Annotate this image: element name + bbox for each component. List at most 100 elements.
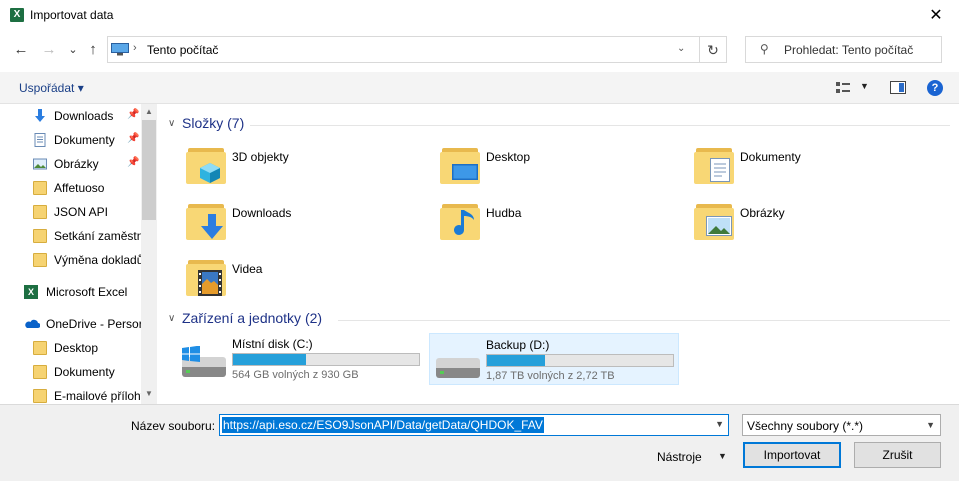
scroll-down-icon[interactable]: ▼ [141, 386, 157, 402]
computer-icon [111, 43, 129, 56]
up-button[interactable]: ↑ [84, 41, 102, 59]
drive-usage-bar [232, 353, 420, 366]
filename-input[interactable]: https://api.eso.cz/ESO9JsonAPI/Data/getD… [222, 417, 544, 433]
search-input[interactable] [784, 41, 934, 59]
refresh-button[interactable]: ↻ [700, 36, 727, 63]
sidebar-item-dokumenty[interactable]: Dokumenty 📌 [0, 129, 141, 151]
pin-icon[interactable]: 📌 [127, 109, 139, 120]
sidebar-item-email-attachments[interactable]: E-mailové přílohy [0, 385, 141, 404]
chevron-down-icon: ∨ [168, 118, 176, 129]
onedrive-icon [25, 319, 40, 328]
sidebar-item-dokumenty-od[interactable]: Dokumenty [0, 361, 141, 383]
pictures-icon [33, 158, 47, 170]
filetype-select[interactable]: Všechny soubory (*.*) ▼ [742, 414, 941, 436]
filename-field[interactable]: https://api.eso.cz/ESO9JsonAPI/Data/getD… [219, 414, 729, 436]
folder-name: Hudba [486, 206, 522, 220]
folder-name: Desktop [486, 150, 531, 164]
view-options-icon[interactable] [836, 82, 850, 94]
excel-icon: X [10, 8, 24, 22]
folder-desktop[interactable]: Desktop [440, 142, 680, 194]
folder-icon [33, 205, 47, 219]
drive-c[interactable]: Místní disk (C:) 564 GB volných z 930 GB [176, 333, 426, 385]
recent-locations-button[interactable]: ⌄ [64, 41, 82, 59]
help-icon[interactable]: ? [927, 80, 943, 96]
drive-name: Místní disk (C:) [232, 337, 313, 351]
tools-button[interactable]: Nástroje [657, 450, 702, 464]
music-icon [440, 202, 480, 240]
navigation-bar: ← → ⌄ ↑ › Tento počítač ⌄ ↻ ⚲ [0, 33, 959, 69]
group-title: Zařízení a jednotky (2) [182, 310, 323, 326]
hard-drive-icon [436, 358, 480, 378]
search-icon: ⚲ [760, 42, 769, 56]
search-box[interactable]: ⚲ [745, 36, 942, 63]
folder-downloads[interactable]: Downloads [186, 198, 426, 250]
folder-icon [33, 389, 47, 403]
scroll-thumb[interactable] [142, 120, 156, 220]
dialog-footer: Název souboru: https://api.eso.cz/ESO9Js… [0, 404, 959, 481]
scroll-up-icon[interactable]: ▲ [141, 104, 157, 120]
drive-free-space: 1,87 TB volných z 2,72 TB [486, 370, 615, 382]
view-dropdown-icon[interactable]: ▼ [860, 81, 869, 91]
tools-dropdown-icon[interactable]: ▼ [718, 451, 727, 461]
sidebar-item-label: Obrázky [54, 157, 99, 171]
group-divider [338, 320, 950, 321]
excel-icon: X [24, 285, 38, 299]
document-icon [34, 133, 46, 147]
folder-name: Dokumenty [740, 150, 801, 164]
sidebar-item-obrazky[interactable]: Obrázky 📌 [0, 153, 141, 175]
folder-obrazky[interactable]: Obrázky [694, 198, 934, 250]
folder-icon [33, 253, 47, 267]
sidebar-item-vymena[interactable]: Výměna dokladů [0, 249, 141, 271]
sidebar-item-label: Setkání zaměstn [54, 229, 141, 243]
downloads-icon [186, 202, 226, 240]
sidebar-item-label: E-mailové přílohy [54, 389, 141, 403]
group-divider [250, 125, 950, 126]
filename-dropdown-icon[interactable]: ▼ [715, 419, 724, 429]
drive-usage-bar [486, 354, 674, 367]
downloads-icon [35, 109, 45, 122]
sidebar-item-label: JSON API [54, 205, 109, 219]
organize-button[interactable]: Uspořádat ▾ [19, 81, 84, 95]
preview-pane-icon[interactable] [890, 81, 906, 94]
folder-3d-objekty[interactable]: 3D objekty [186, 142, 426, 194]
window-title: Importovat data [30, 8, 114, 22]
folder-name: Downloads [232, 206, 292, 220]
sidebar-item-onedrive[interactable]: OneDrive - Persor [0, 313, 141, 335]
back-button[interactable]: ← [12, 41, 30, 59]
pin-icon[interactable]: 📌 [127, 133, 139, 144]
sidebar-item-setkani[interactable]: Setkání zaměstn [0, 225, 141, 247]
folder-dokumenty[interactable]: Dokumenty [694, 142, 934, 194]
breadcrumb[interactable]: Tento počítač [147, 43, 218, 57]
folder-hudba[interactable]: Hudba [440, 198, 680, 250]
folder-videa[interactable]: Videa [186, 254, 426, 306]
close-button[interactable]: ✕ [913, 0, 959, 31]
drive-free-space: 564 GB volných z 930 GB [232, 369, 359, 381]
folder-name: 3D objekty [232, 150, 289, 164]
sidebar-item-label: OneDrive - Persor [46, 317, 141, 331]
sidebar-item-label: Dokumenty [54, 133, 115, 147]
folder-icon [33, 341, 47, 355]
sidebar-item-json-api[interactable]: JSON API [0, 201, 141, 223]
sidebar-item-desktop[interactable]: Desktop [0, 337, 141, 359]
sidebar-item-label: Desktop [54, 341, 99, 355]
sidebar-item-microsoft-excel[interactable]: X Microsoft Excel [0, 281, 141, 303]
pin-icon[interactable]: 📌 [127, 157, 139, 168]
forward-button[interactable]: → [40, 41, 58, 59]
sidebar-item-affetuoso[interactable]: Affetuoso [0, 177, 141, 199]
3d-objects-icon [186, 146, 226, 184]
sidebar-item-label: Dokumenty [54, 365, 115, 379]
toolbar: Uspořádat ▾ ▼ ? [0, 72, 959, 104]
address-dropdown-icon[interactable]: ⌄ [677, 43, 685, 54]
sidebar-item-label: Downloads [54, 109, 114, 123]
address-bar[interactable]: › Tento počítač ⌄ [107, 36, 700, 63]
sidebar-item-downloads[interactable]: Downloads 📌 [0, 105, 141, 127]
folder-icon [33, 181, 47, 195]
documents-icon [694, 146, 734, 184]
drive-name: Backup (D:) [486, 338, 550, 352]
import-button[interactable]: Importovat [743, 442, 841, 468]
drive-d[interactable]: Backup (D:) 1,87 TB volných z 2,72 TB [429, 333, 679, 385]
cancel-button[interactable]: Zrušit [854, 442, 941, 468]
chevron-down-icon[interactable]: ▼ [926, 420, 935, 430]
folder-icon [33, 229, 47, 243]
sidebar-scrollbar[interactable]: ▲ ▼ [141, 104, 157, 404]
